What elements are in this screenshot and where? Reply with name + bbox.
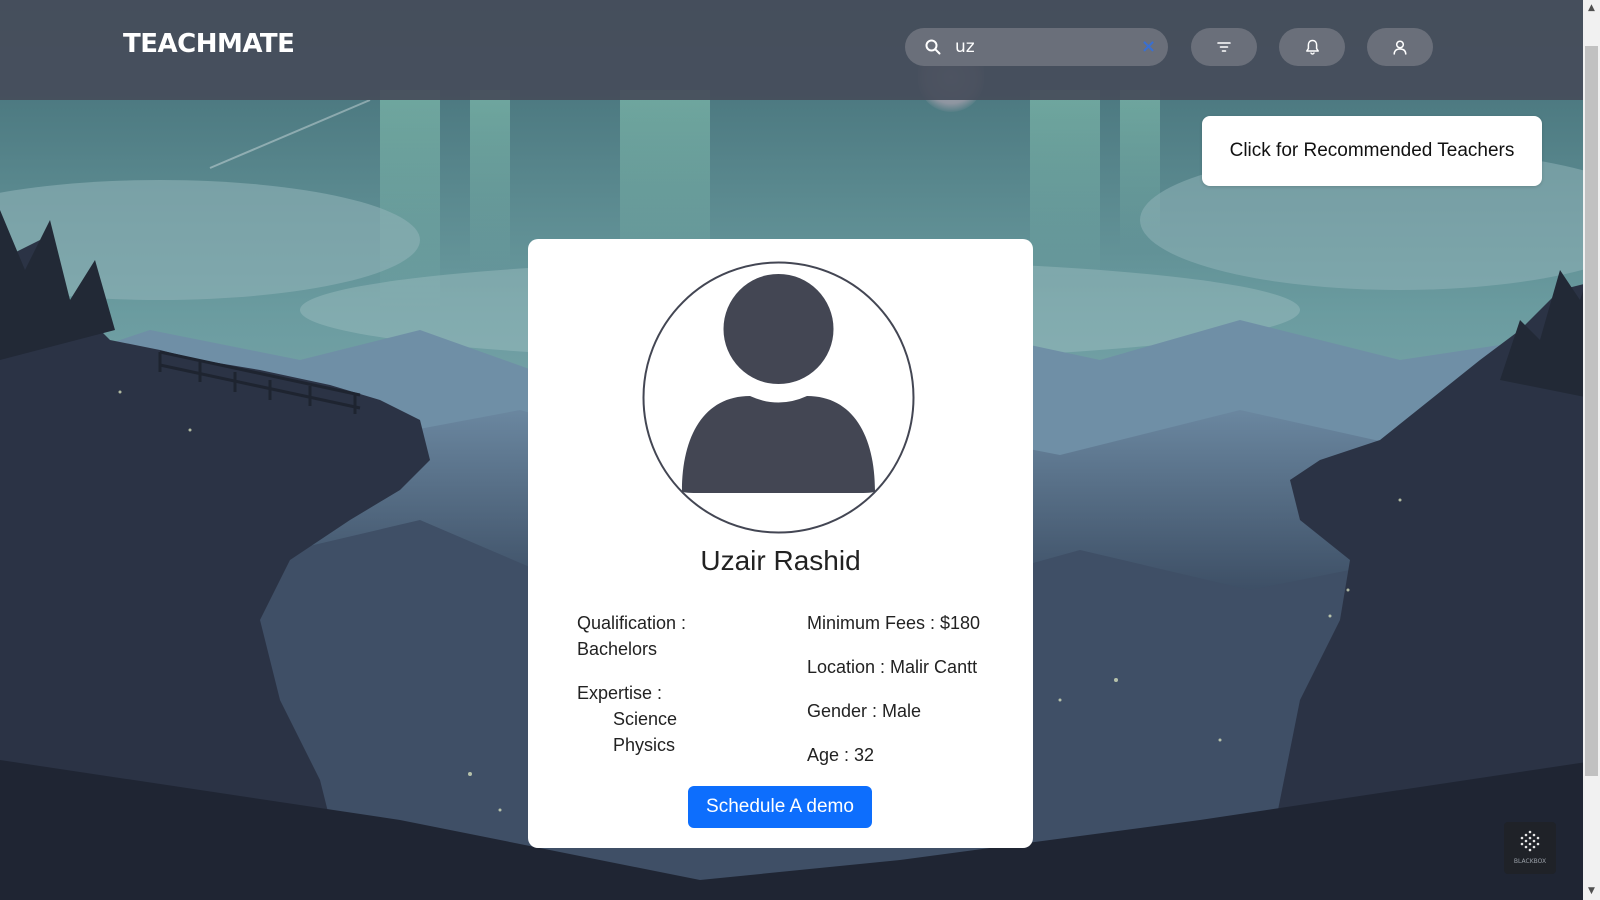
recommended-teachers-button[interactable]: Click for Recommended Teachers	[1202, 116, 1542, 186]
profile-button[interactable]	[1367, 28, 1433, 66]
blackbox-label: BLACKBOX	[1513, 858, 1547, 865]
user-avatar-icon	[642, 261, 915, 534]
teacher-name: Uzair Rashid	[700, 545, 861, 576]
bell-icon	[1305, 39, 1319, 55]
location: Location : Malir Cantt	[807, 657, 978, 677]
qualification-field: Qualification : Bachelors	[577, 610, 777, 662]
scrollbar-thumb[interactable]	[1585, 46, 1598, 776]
filter-icon	[1217, 42, 1231, 52]
gender: Gender : Male	[807, 701, 922, 721]
search-bar[interactable]: ×	[905, 28, 1168, 66]
teacher-profile-card: Uzair Rashid Qualification : Bachelors E…	[528, 239, 1033, 848]
brand-logo[interactable]: TEACHMATE	[123, 29, 295, 59]
blackbox-logo-icon	[1520, 830, 1540, 852]
scroll-up-arrow-icon[interactable]: ▲	[1583, 0, 1600, 17]
expertise-label: Expertise :	[577, 683, 663, 703]
clear-search-icon[interactable]: ×	[1141, 36, 1156, 58]
expertise-item: Physics	[613, 735, 676, 755]
scroll-down-arrow-icon[interactable]: ▼	[1583, 883, 1600, 900]
minimum-fees: Minimum Fees : $180	[807, 613, 981, 633]
expertise-item: Science	[613, 709, 678, 729]
search-icon	[925, 39, 941, 55]
schedule-demo-button[interactable]: Schedule A demo	[688, 786, 872, 828]
user-icon	[1393, 39, 1407, 55]
expertise-field: Expertise : Science Physics	[577, 680, 777, 758]
qualification-value: Bachelors	[577, 639, 658, 659]
qualification-label: Qualification :	[577, 613, 687, 633]
notifications-button[interactable]	[1279, 28, 1345, 66]
top-navbar: TEACHMATE ×	[0, 0, 1583, 100]
blackbox-widget[interactable]: BLACKBOX	[1504, 822, 1556, 874]
search-input[interactable]	[955, 34, 1125, 60]
filter-button[interactable]	[1191, 28, 1257, 66]
vertical-scrollbar[interactable]: ▲ ▼	[1583, 0, 1600, 900]
age: Age : 32	[807, 745, 875, 765]
